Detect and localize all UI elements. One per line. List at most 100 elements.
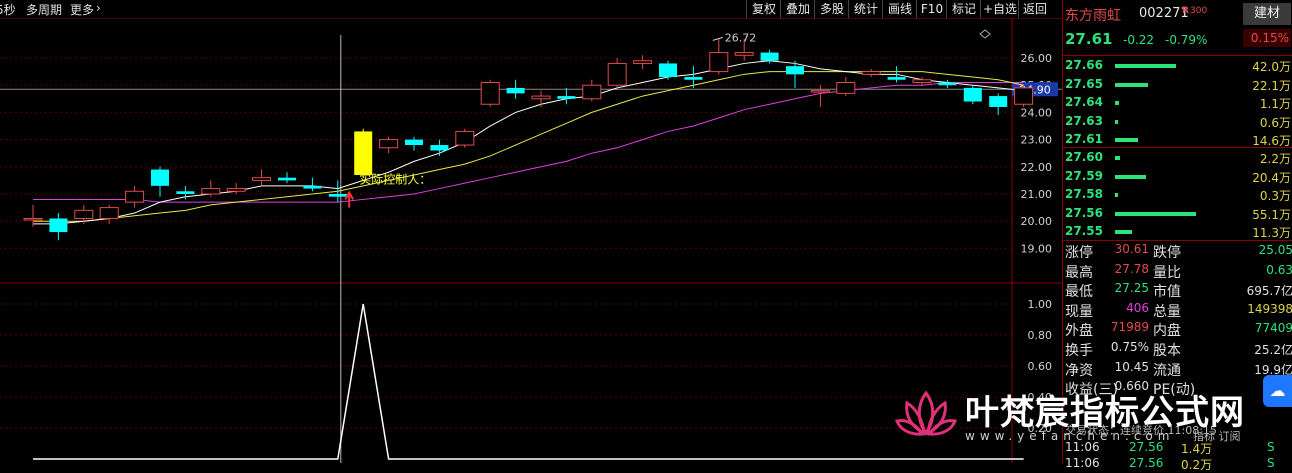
candle-body [786, 66, 804, 75]
candle-body [582, 84, 602, 100]
stat-label: 流通 [1153, 362, 1181, 379]
buys-volume-bar [1115, 156, 1121, 160]
toolbar-button-6[interactable]: 标记 [946, 0, 981, 18]
sells-volume: 42.0万 [1252, 60, 1291, 74]
sells-volume-bar [1115, 138, 1139, 142]
trade-time: 11:06 [1065, 456, 1100, 470]
buys-volume-bar [1115, 193, 1118, 197]
stat-value: 25.05 [1258, 243, 1292, 257]
sells-price: 27.63 [1065, 113, 1103, 128]
stock-name[interactable]: 东方雨虹 [1065, 5, 1121, 25]
candle-body [709, 52, 729, 73]
stat-row: 外盘 71989 内盘 77409 [1063, 319, 1292, 339]
price-change: -0.22 [1123, 33, 1155, 47]
stat-value: 27.25 [1114, 281, 1149, 296]
stat-value: 25.2亿 [1254, 343, 1292, 357]
candle-body [734, 52, 754, 56]
buys-volume: 0.3万 [1259, 189, 1291, 203]
high-marker-arrow [712, 36, 723, 41]
ma-mid-line [33, 71, 1024, 222]
r-number: 300 [1190, 6, 1208, 16]
sells-level-row[interactable]: 27.64 1.1万 [1063, 93, 1292, 112]
buys-level-row[interactable]: 27.59 20.4万 [1063, 167, 1292, 186]
stat-value: 0.75% [1110, 340, 1149, 354]
stat-value: 71989 [1110, 320, 1149, 335]
candle-body [760, 52, 779, 61]
price-tick-label: 21.00 [1021, 188, 1053, 201]
toolbar-button-4[interactable]: 画线 [882, 0, 917, 18]
stat-row: 现量 406 总量 149398 [1063, 300, 1292, 320]
toolbar-button-1[interactable]: 叠加 [780, 0, 815, 18]
price-change-pct: -0.79% [1165, 33, 1208, 47]
candle-body [278, 177, 296, 181]
stat-label: 量比 [1153, 264, 1181, 281]
sells-level-row[interactable]: 27.66 42.0万 [1063, 56, 1292, 75]
candle-body [99, 207, 119, 219]
indicator-line [33, 303, 1024, 460]
indicator-tick-label: 0.60 [1028, 360, 1053, 373]
sells-volume-bar [1115, 82, 1148, 87]
trade-side: S [1267, 440, 1275, 454]
sells-level-row[interactable]: 27.63 0.6万 [1063, 112, 1292, 131]
candle-body [607, 62, 627, 86]
toolbar-button-2[interactable]: 多股 [814, 0, 849, 18]
stat-row: 最低 27.25 市值 695.7亿 [1063, 280, 1292, 300]
candle-body [405, 139, 423, 146]
buys-volume: 11.3万 [1252, 226, 1291, 240]
sells-volume-bar [1115, 101, 1119, 105]
candle-body [328, 194, 347, 197]
candle-body [480, 81, 500, 105]
stat-label: 跌停 [1153, 245, 1181, 261]
buys-price: 27.55 [1065, 224, 1103, 238]
candle-body [887, 77, 906, 80]
buys-volume: 55.1万 [1252, 207, 1291, 222]
lotus-logo-icon [895, 390, 957, 436]
stat-row: 净资 10.45 流通 19.9亿 [1063, 359, 1292, 379]
stat-value: 27.78 [1114, 261, 1149, 276]
chart-corner-icon [979, 29, 991, 39]
stat-label: 总量 [1153, 303, 1181, 320]
watermark-url: www.yefanchen.com [965, 429, 1175, 443]
stat-label: 市值 [1153, 284, 1181, 301]
toolbar-button-8[interactable]: 返回 [1018, 0, 1051, 18]
stat-label: 内盘 [1153, 323, 1181, 340]
toolbar-button-5[interactable]: F10 [916, 0, 947, 18]
stat-row: 涨停 30.61 跌停 25.05 [1063, 241, 1292, 261]
toolbar-button-3[interactable]: 统计 [848, 0, 883, 18]
buys-volume-bar [1115, 230, 1132, 234]
buys-price: 27.60 [1065, 150, 1103, 164]
multi-period-button[interactable]: 多周期 [26, 1, 62, 18]
sells-level-row[interactable]: 27.65 22.1万 [1063, 75, 1292, 94]
sells-volume: 22.1万 [1252, 78, 1291, 93]
sells-price: 27.61 [1065, 132, 1103, 146]
buys-level-row[interactable]: 27.56 55.1万 [1063, 204, 1292, 223]
trade-side: S [1267, 456, 1275, 470]
buys-volume: 20.4万 [1252, 170, 1291, 185]
candle-body [810, 90, 830, 93]
toolbar-button-0[interactable]: 复权 [746, 0, 781, 18]
sector-button[interactable]: 建材 [1243, 3, 1291, 25]
more-button[interactable]: 更多 [70, 1, 94, 18]
price-tick-label: 24.00 [1021, 106, 1053, 119]
indicator-tick-label: 1.00 [1028, 298, 1053, 311]
r-badge: R [1182, 6, 1189, 16]
buys-price: 27.58 [1065, 187, 1103, 201]
candle-body [506, 87, 525, 94]
toolbar-button-7[interactable]: +自选 [980, 0, 1019, 18]
stat-value: 77409 [1254, 321, 1292, 336]
buys-level-row[interactable]: 27.58 0.3万 [1063, 185, 1292, 204]
candle-body [659, 63, 677, 78]
buys-level-row[interactable]: 27.55 11.3万 [1063, 222, 1292, 241]
more-chevron-icon[interactable]: › [96, 1, 101, 15]
period-5s[interactable]: 5秒 [0, 1, 16, 18]
sells-price: 27.64 [1065, 95, 1103, 109]
trade-row: 11:06 27.56 0.2万 S [1063, 456, 1292, 472]
buys-level-row[interactable]: 27.60 2.2万 [1063, 148, 1292, 167]
sells-volume: 0.6万 [1259, 115, 1291, 130]
price-tick-label: 26.00 [1021, 52, 1053, 65]
candle-body [531, 95, 551, 100]
candle-body [912, 79, 932, 83]
cloud-sync-icon[interactable]: ☁ [1263, 375, 1292, 407]
trade-vol: 0.2万 [1181, 458, 1213, 472]
stat-row: 最高 27.78 量比 0.63 [1063, 261, 1292, 281]
